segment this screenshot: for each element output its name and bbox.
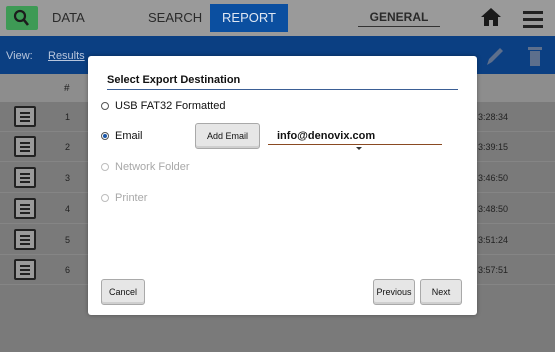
email-select[interactable]: info@denovix.com xyxy=(268,130,442,145)
row-number: 3 xyxy=(65,173,71,183)
magnifier-icon xyxy=(13,9,30,26)
cancel-button[interactable]: Cancel xyxy=(101,279,145,305)
tab-search[interactable]: SEARCH xyxy=(148,10,202,25)
dialog-title: Select Export Destination xyxy=(107,74,458,90)
row-time: 3:48:50 xyxy=(478,204,509,214)
row-time: 3:51:24 xyxy=(478,235,509,245)
column-header-number: # xyxy=(64,83,70,94)
report-detail-icon[interactable] xyxy=(14,259,36,280)
home-icon[interactable] xyxy=(480,6,502,33)
radio-icon[interactable] xyxy=(101,102,109,110)
radio-selected-icon[interactable] xyxy=(101,132,109,140)
profile-select[interactable]: GENERAL xyxy=(358,10,440,27)
tab-report[interactable]: REPORT xyxy=(210,4,288,32)
view-select[interactable]: Results xyxy=(48,50,85,62)
add-email-button[interactable]: Add Email xyxy=(195,123,260,149)
option-usb-label: USB FAT32 Formatted xyxy=(115,100,226,112)
trash-icon[interactable] xyxy=(527,44,543,73)
row-number: 5 xyxy=(65,235,71,245)
hamburger-menu-icon[interactable] xyxy=(523,11,543,32)
report-detail-icon[interactable] xyxy=(14,136,36,157)
search-logo-button[interactable] xyxy=(6,6,38,30)
previous-button[interactable]: Previous xyxy=(373,279,415,305)
option-usb[interactable]: USB FAT32 Formatted xyxy=(101,100,225,112)
edit-pencil-icon[interactable] xyxy=(484,44,506,73)
row-time: 3:57:51 xyxy=(478,265,509,275)
export-destination-dialog: Select Export Destination USB FAT32 Form… xyxy=(88,56,477,315)
row-number: 6 xyxy=(65,265,71,275)
top-nav-bar: DATA SEARCH REPORT GENERAL xyxy=(0,0,555,36)
row-time: 3:28:34 xyxy=(478,112,509,122)
option-email[interactable]: Email xyxy=(101,130,143,142)
report-detail-icon[interactable] xyxy=(14,167,36,188)
row-number: 1 xyxy=(65,112,71,122)
report-detail-icon[interactable] xyxy=(14,198,36,219)
tab-data[interactable]: DATA xyxy=(52,10,85,25)
report-detail-icon[interactable] xyxy=(14,229,36,250)
option-printer-label: Printer xyxy=(115,192,148,204)
option-printer: Printer xyxy=(101,192,147,204)
next-button[interactable]: Next xyxy=(420,279,462,305)
option-email-label: Email xyxy=(115,130,143,142)
row-number: 2 xyxy=(65,142,71,152)
option-network-folder: Network Folder xyxy=(101,161,190,173)
row-time: 3:46:50 xyxy=(478,173,509,183)
radio-icon xyxy=(101,163,109,171)
view-label: View: xyxy=(6,50,33,62)
radio-icon xyxy=(101,194,109,202)
row-time: 3:39:15 xyxy=(478,142,509,152)
report-detail-icon[interactable] xyxy=(14,106,36,127)
chevron-down-icon[interactable] xyxy=(356,147,362,150)
option-network-folder-label: Network Folder xyxy=(115,161,190,173)
row-number: 4 xyxy=(65,204,71,214)
